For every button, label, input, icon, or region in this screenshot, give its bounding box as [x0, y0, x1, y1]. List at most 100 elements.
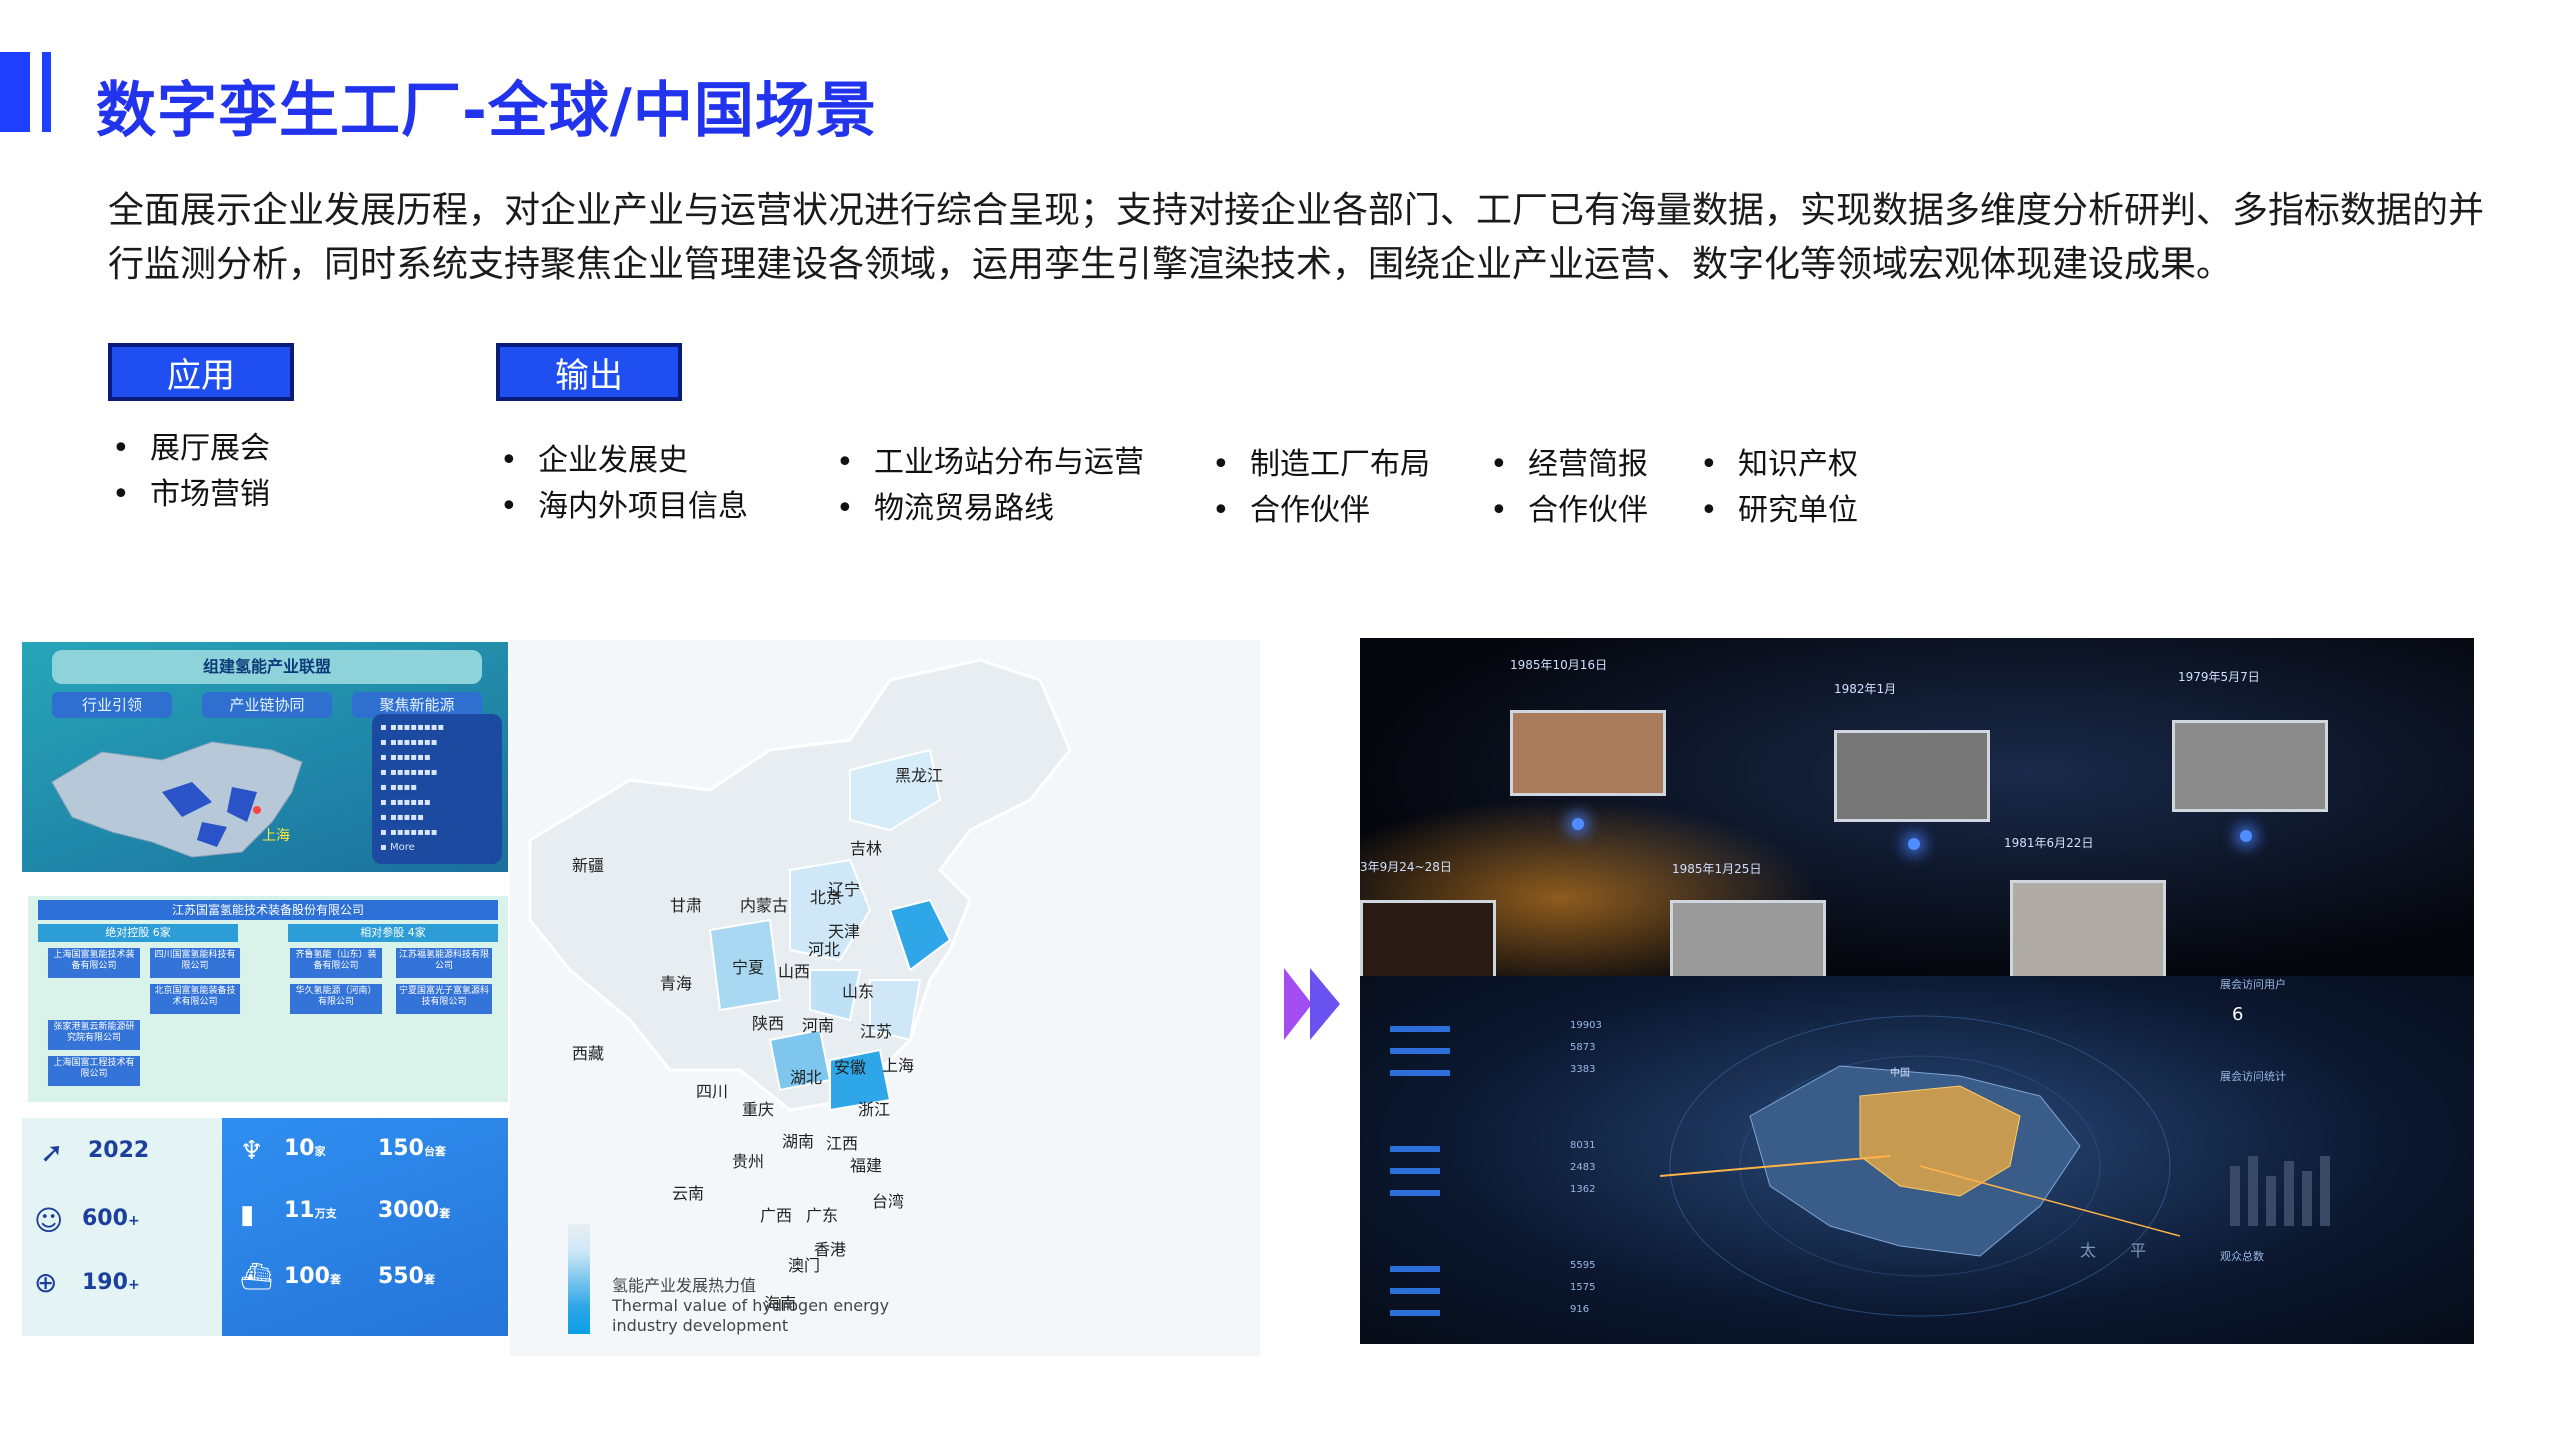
- timeline-date: 3年9月24~28日: [1360, 860, 1452, 874]
- output-item: 合作伙伴: [1486, 488, 1648, 534]
- timeline-node: [2240, 830, 2252, 842]
- apply-list: 展厅展会 市场营销: [108, 426, 270, 518]
- alliance-city-label: 上海: [262, 828, 290, 844]
- province-label: 陕西: [752, 1014, 785, 1033]
- page-description: 全面展示企业发展历程，对企业产业与运营状况进行综合呈现；支持对接企业各部门、工厂…: [108, 190, 2485, 285]
- province-label: 广西: [760, 1206, 793, 1225]
- hud-bar-chart: [2230, 1156, 2330, 1226]
- province-label: 宁夏: [732, 958, 765, 977]
- hud-value: 5873: [1570, 1042, 1596, 1053]
- org-group-b: 相对参股 4家: [288, 924, 498, 942]
- tower-icon: ♆: [240, 1136, 264, 1166]
- org-company: 华久氢能源（河南）有限公司: [290, 984, 382, 1014]
- hud-bar: [1390, 1190, 1440, 1196]
- growth-arrow-icon: ➚: [40, 1136, 64, 1169]
- stat-patents: 190+: [82, 1270, 140, 1295]
- alliance-member-list: ▪ ▪▪▪▪▪▪▪▪ ▪ ▪▪▪▪▪▪▪ ▪ ▪▪▪▪▪▪ ▪ ▪▪▪▪▪▪▪ ▪ ▪▪…: [372, 714, 502, 864]
- province-label: 江苏: [860, 1022, 893, 1041]
- province-label: 黑龙江: [895, 766, 944, 785]
- china-map-shape: [528, 658, 1072, 1112]
- hud-bar: [1390, 1168, 1440, 1174]
- alliance-title: 组建氢能产业联盟: [52, 650, 482, 684]
- province-label: 河南: [802, 1016, 835, 1035]
- org-company: 上海国富工程技术有限公司: [48, 1056, 140, 1086]
- people-icon: ☺: [34, 1204, 64, 1237]
- output-item: 知识产权: [1696, 442, 1858, 488]
- stat-stations: 10家: [284, 1136, 326, 1161]
- org-company: 江苏福氢能源科技有限公司: [396, 948, 492, 978]
- province-label: 贵州: [732, 1152, 765, 1171]
- province-label: 湖北: [790, 1068, 823, 1087]
- stat-systems: 3000套: [378, 1198, 451, 1223]
- province-label: 甘肃: [670, 896, 703, 915]
- output-item: 物流贸易路线: [832, 486, 1144, 532]
- apply-item: 展厅展会: [108, 426, 270, 472]
- output-list-col1: 企业发展史 海内外项目信息: [496, 438, 748, 530]
- province-label: 山东: [842, 982, 875, 1001]
- globe-icon: ⊕: [34, 1266, 58, 1299]
- timeline-date: 1985年10月16日: [1510, 658, 1608, 672]
- province-label: 内蒙古: [740, 896, 789, 915]
- output-item: 工业场站分布与运营: [832, 440, 1144, 486]
- hud-bar: [1390, 1026, 1450, 1032]
- ship-icon: ⛴: [240, 1262, 274, 1292]
- hud-bar: [1390, 1070, 1450, 1076]
- timeline-photo: [1670, 900, 1826, 982]
- org-company: 齐鲁氢能（山东）装备有限公司: [290, 948, 382, 978]
- province-label: 湖南: [782, 1132, 815, 1151]
- org-group-a: 绝对控股 6家: [38, 924, 238, 942]
- heat-legend-bar: [568, 1224, 590, 1334]
- stats-blue-block: ♆ 10家 150台套 ▮ 11万支 3000套 ⛴ 100套 550套: [222, 1118, 508, 1336]
- output-list-col2: 工业场站分布与运营 物流贸易路线: [832, 440, 1144, 532]
- timeline-date: 1985年1月25日: [1672, 862, 1762, 876]
- title-accent-bar-thin: [42, 52, 51, 132]
- title-accent-bar: [0, 52, 30, 132]
- org-company: 四川国富氢能科技有限公司: [150, 948, 240, 978]
- province-label: 云南: [672, 1184, 705, 1203]
- province-label: 澳门: [788, 1256, 821, 1275]
- province-label: 西藏: [572, 1044, 605, 1063]
- hud-bar: [1390, 1288, 1440, 1294]
- alliance-china-map: 上海: [51, 741, 303, 858]
- province-label: 河北: [808, 940, 841, 959]
- apply-tag: 应用: [108, 343, 294, 401]
- hud-side-value: 6: [2232, 1004, 2244, 1025]
- legend-en-1: Thermal value of hydrogen energy: [612, 1296, 890, 1315]
- globe-scene: 中国 太 平 19903 5873 3383 8031 2483 1362 55…: [1360, 976, 2474, 1344]
- alliance-pill: 行业引领: [52, 692, 172, 718]
- hud-value: 916: [1570, 1304, 1590, 1315]
- globe-ocean-label: 太: [2080, 1241, 2096, 1260]
- page-title: 数字孪生工厂-全球/中国场景: [96, 76, 877, 146]
- hud-side-label: 展会访问统计: [2220, 1070, 2286, 1083]
- org-company: 张家港氢云新能源研究院有限公司: [48, 1020, 140, 1050]
- legend-en-2: industry development: [612, 1316, 789, 1335]
- hud-value: 5595: [1570, 1260, 1596, 1271]
- timeline-photo: [1834, 730, 1990, 822]
- timeline-globe-screenshot: 1985年10月16日 1982年1月 1979年5月7日 1985年1月25日…: [1360, 638, 2474, 1344]
- hud-value: 1362: [1570, 1184, 1596, 1195]
- province-label: 青海: [660, 974, 693, 993]
- province-label: 江西: [826, 1134, 859, 1153]
- org-chart-screenshot: 江苏国富氢能技术装备股份有限公司 绝对控股 6家 相对参股 4家 上海国富氢能技…: [28, 896, 508, 1102]
- stat-cylinders: 11万支: [284, 1198, 337, 1223]
- province-label: 吉林: [850, 839, 883, 858]
- timeline-photo: [1510, 710, 1666, 796]
- output-item: 制造工厂布局: [1208, 442, 1430, 488]
- timeline-photo: [1360, 900, 1496, 982]
- hud-value: 2483: [1570, 1162, 1596, 1173]
- globe-map: 中国 太 平: [1660, 1015, 2180, 1317]
- timeline-node: [1572, 818, 1584, 830]
- bar-chart-icon: ▮: [240, 1200, 255, 1230]
- timeline-photo: [2010, 880, 2166, 982]
- hud-bar: [1390, 1146, 1440, 1152]
- apply-item: 市场营销: [108, 472, 270, 518]
- hud-value: 19903: [1570, 1020, 1602, 1031]
- province-label: 广东: [806, 1206, 839, 1225]
- output-item: 企业发展史: [496, 438, 748, 484]
- globe-country-label: 中国: [1890, 1066, 1910, 1079]
- stats-screenshot: ➚ 2022 ☺ 600+ ⊕ 190+ ♆ 10家 150台套 ▮ 11万支 …: [22, 1118, 508, 1336]
- output-item: 研究单位: [1696, 488, 1858, 534]
- china-heatmap: 黑龙江 吉林 辽宁 新疆 内蒙古 北京 天津 甘肃 宁夏 山西 河北 青海 山东…: [510, 640, 1260, 1356]
- province-label: 上海: [882, 1056, 915, 1075]
- timeline-date: 1982年1月: [1834, 682, 1897, 696]
